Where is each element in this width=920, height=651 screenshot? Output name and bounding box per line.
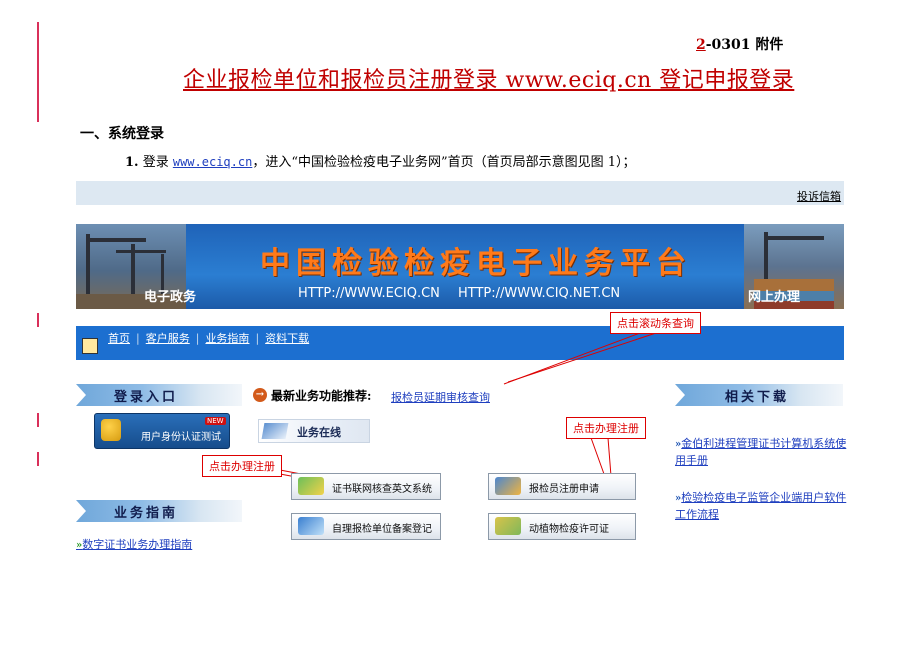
callout-register-left: 点击办理注册: [202, 455, 282, 477]
login-section-header: 登录入口: [76, 384, 242, 406]
identity-test-button[interactable]: NEW 用户身份认证测试: [94, 413, 230, 449]
guide-section-header: 业务指南: [76, 500, 242, 522]
new-badge: NEW: [205, 417, 226, 425]
cert-check-button[interactable]: 证书联网核查英文系统: [291, 473, 441, 500]
people-icon: [495, 477, 521, 495]
download-section-header: 相关下载: [675, 384, 843, 406]
recommend-link[interactable]: 报检员延期审核查询: [391, 389, 490, 405]
quarantine-license-button[interactable]: 动植物检疫许可证: [488, 513, 636, 540]
business-online-header: 业务在线: [258, 419, 370, 443]
download-link-kimberley[interactable]: »金伯利进程管理证书计算机系统使用手册: [675, 436, 847, 469]
register-icon: [298, 517, 324, 535]
download-link-supervision[interactable]: »检验检疫电子监管企业端用户软件工作流程: [675, 490, 847, 523]
pencil-icon: [261, 423, 289, 439]
guide-link[interactable]: »数字证书业务办理指南: [76, 536, 192, 552]
inspector-register-button[interactable]: 报检员注册申请: [488, 473, 636, 500]
recommend-label: 最新业务功能推荐:: [271, 389, 372, 403]
certificate-icon: [298, 477, 324, 495]
user-key-icon: [101, 419, 121, 441]
license-icon: [495, 517, 521, 535]
callout-register-right: 点击办理注册: [566, 417, 646, 439]
callout-scroll: 点击滚动条查询: [610, 312, 701, 334]
self-inspect-register-button[interactable]: 自理报检单位备案登记: [291, 513, 441, 540]
callout-arrows: [279, 332, 657, 498]
arrow-right-icon: →: [253, 388, 267, 402]
